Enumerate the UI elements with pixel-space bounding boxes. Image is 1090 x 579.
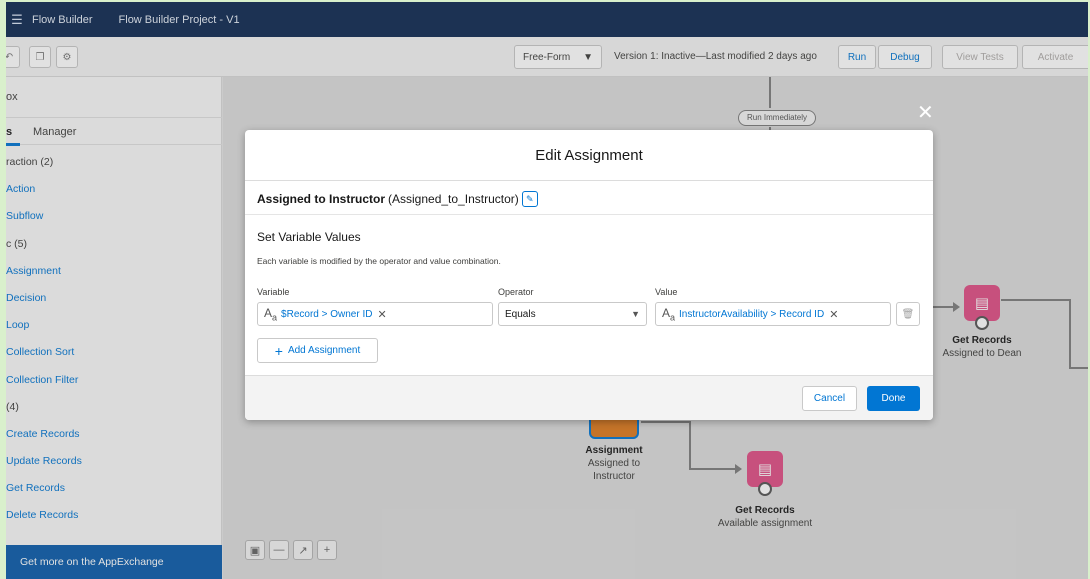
remove-icon[interactable]: ✕ (829, 308, 838, 321)
done-button[interactable]: Done (867, 386, 920, 411)
divider (245, 214, 933, 215)
text-type-icon: Aa (264, 305, 278, 323)
remove-icon[interactable]: ✕ (377, 308, 386, 321)
edit-label-button[interactable]: ✎ (521, 191, 538, 207)
edit-assignment-modal: Edit Assignment Assigned to Instructor (… (245, 130, 933, 420)
element-api-name: (Assigned_to_Instructor) (388, 192, 519, 206)
edit-icon: ✎ (525, 193, 534, 204)
close-modal-button[interactable]: ✕ (917, 100, 934, 125)
plus-icon: + (274, 342, 283, 359)
modal-footer: Cancel Done (245, 375, 933, 420)
close-icon: ✕ (917, 102, 934, 124)
operator-select[interactable]: Equals ▼ (498, 302, 647, 326)
flow-builder-app: ☰ Flow Builder Flow Builder Project - V1… (6, 2, 1088, 579)
section-title: Set Variable Values (257, 230, 361, 244)
text-type-icon: Aa (662, 305, 676, 323)
chevron-down-icon: ▼ (631, 309, 640, 319)
value-value: InstructorAvailability > Record ID (679, 308, 825, 320)
value-column-label: Value (655, 287, 678, 297)
value-field[interactable]: Aa InstructorAvailability > Record ID ✕ (655, 302, 891, 326)
operator-column-label: Operator (498, 287, 534, 297)
cancel-button[interactable]: Cancel (802, 386, 857, 411)
operator-value: Equals (505, 308, 536, 320)
delete-row-button[interactable]: 🗑 (896, 302, 920, 326)
variable-value: $Record > Owner ID (281, 308, 373, 320)
element-label: Assigned to Instructor (257, 192, 386, 206)
variable-field[interactable]: Aa $Record > Owner ID ✕ (257, 302, 493, 326)
modal-title: Edit Assignment (245, 130, 933, 181)
add-assignment-label: Add Assignment (287, 345, 361, 356)
variable-column-label: Variable (257, 287, 290, 297)
trash-icon: 🗑 (901, 308, 915, 320)
add-assignment-button[interactable]: + Add Assignment (257, 338, 378, 363)
section-description: Each variable is modified by the operato… (257, 256, 501, 266)
element-label-row: Assigned to Instructor (Assigned_to_Inst… (257, 191, 538, 207)
